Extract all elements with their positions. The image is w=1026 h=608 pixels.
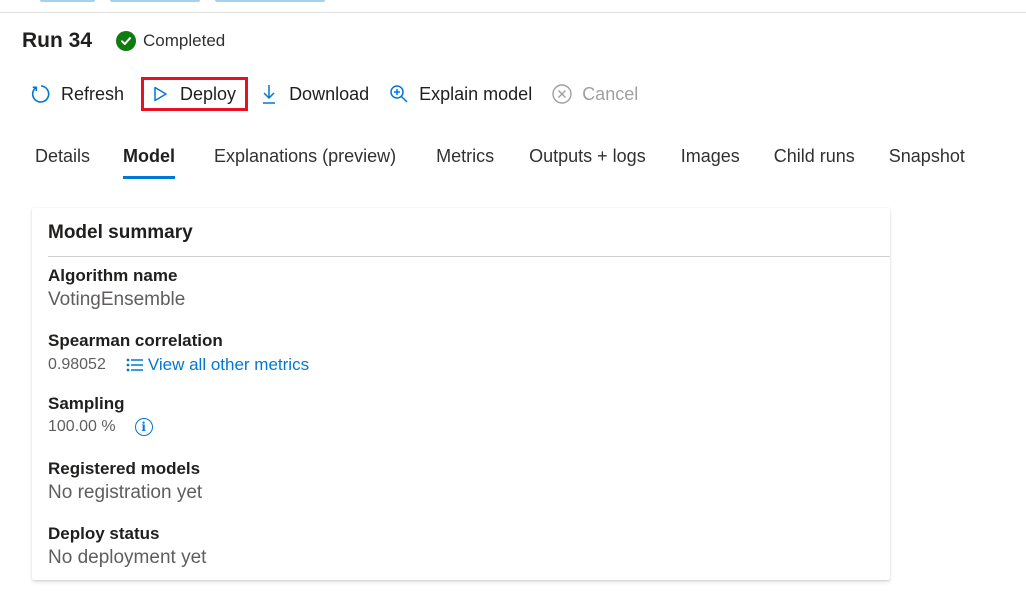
deploy-status-value: No deployment yet: [48, 547, 207, 568]
tab-metrics[interactable]: Metrics: [436, 146, 494, 181]
spearman-field: Spearman correlation 0.98052 View all ot…: [48, 331, 309, 375]
tab-details[interactable]: Details: [35, 146, 90, 181]
check-circle-icon: [116, 31, 137, 51]
sampling-label: Sampling: [48, 394, 125, 413]
run-header: Run 34 Completed: [22, 29, 225, 53]
status-badge: Completed: [116, 31, 225, 51]
info-icon[interactable]: i: [134, 418, 153, 436]
top-strip: [0, 0, 1026, 13]
sampling-value: 100.00 %: [48, 418, 116, 435]
cancel-label: Cancel: [582, 83, 639, 104]
refresh-icon: [30, 83, 52, 105]
registered-models-field: Registered models No registration yet: [48, 459, 202, 504]
registered-value: No registration yet: [48, 482, 203, 503]
deploy-status-label: Deploy status: [48, 524, 160, 543]
sampling-field: Sampling 100.00 % i: [48, 394, 153, 436]
spearman-value: 0.98052: [48, 356, 106, 373]
toolbar: Refresh Deploy Download Explain model Ca…: [30, 77, 638, 111]
divider: [48, 256, 890, 257]
deploy-label: Deploy: [180, 83, 237, 104]
explain-label: Explain model: [419, 83, 533, 104]
tab-snapshot[interactable]: Snapshot: [889, 146, 965, 181]
tab-child-runs[interactable]: Child runs: [774, 146, 855, 181]
deploy-button[interactable]: Deploy: [141, 77, 249, 111]
deploy-icon: [149, 83, 171, 105]
deploy-status-field: Deploy status No deployment yet: [48, 524, 206, 569]
explain-icon: [388, 83, 410, 105]
list-icon: [126, 358, 143, 372]
page-title: Run 34: [22, 29, 93, 52]
algorithm-field: Algorithm name VotingEnsemble: [48, 266, 185, 311]
tab-model[interactable]: Model: [123, 146, 176, 181]
tab-outputs-logs[interactable]: Outputs + logs: [529, 146, 646, 181]
model-summary-card: Model summary Algorithm name VotingEnsem…: [32, 208, 890, 580]
card-title: Model summary: [48, 222, 193, 243]
spearman-label: Spearman correlation: [48, 331, 223, 350]
view-metrics-label: View all other metrics: [147, 355, 310, 374]
tab-bar: Details Model Explanations (preview) Met…: [35, 146, 965, 181]
cancel-icon: [551, 83, 573, 105]
refresh-button[interactable]: Refresh: [30, 78, 124, 110]
tab-images[interactable]: Images: [681, 146, 740, 181]
explain-model-button[interactable]: Explain model: [388, 78, 532, 110]
view-metrics-link[interactable]: View all other metrics: [126, 355, 309, 375]
status-text: Completed: [143, 31, 226, 50]
cancel-button[interactable]: Cancel: [551, 78, 638, 110]
algorithm-label: Algorithm name: [48, 266, 178, 285]
tab-explanations[interactable]: Explanations (preview): [214, 146, 396, 181]
registered-label: Registered models: [48, 459, 201, 478]
download-label: Download: [289, 83, 370, 104]
refresh-label: Refresh: [61, 83, 125, 104]
download-icon: [258, 83, 280, 105]
download-button[interactable]: Download: [258, 78, 369, 110]
algorithm-value: VotingEnsemble: [48, 289, 186, 310]
